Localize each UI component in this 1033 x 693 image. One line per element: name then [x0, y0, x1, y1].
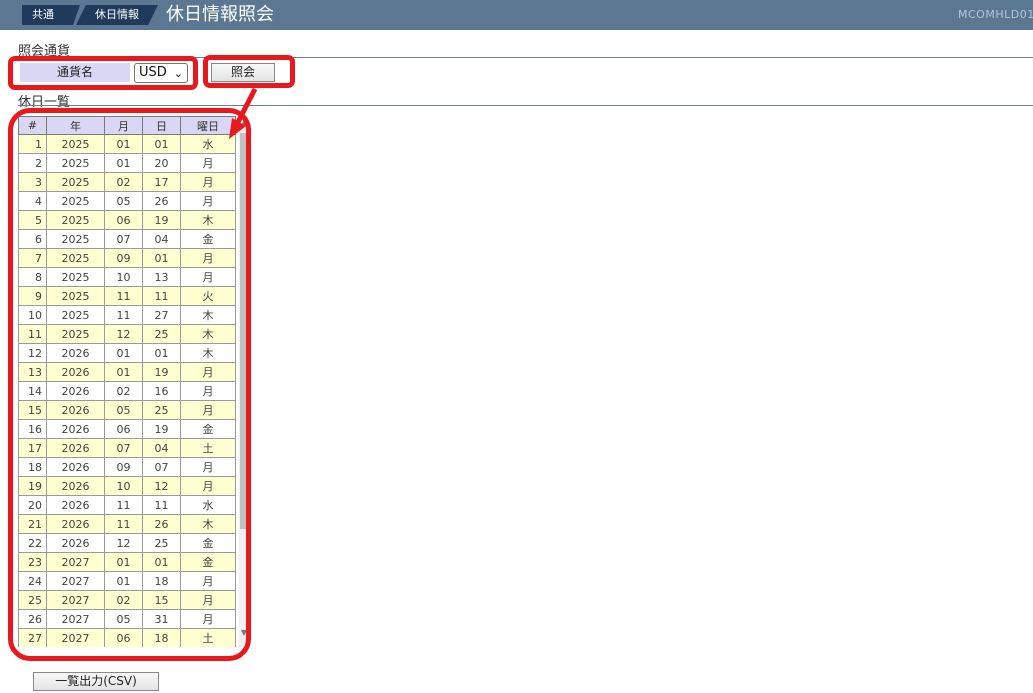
annotation-arrow [229, 87, 258, 139]
annotation-arrow-line [234, 87, 258, 126]
annotation-arrow-head [229, 118, 246, 139]
